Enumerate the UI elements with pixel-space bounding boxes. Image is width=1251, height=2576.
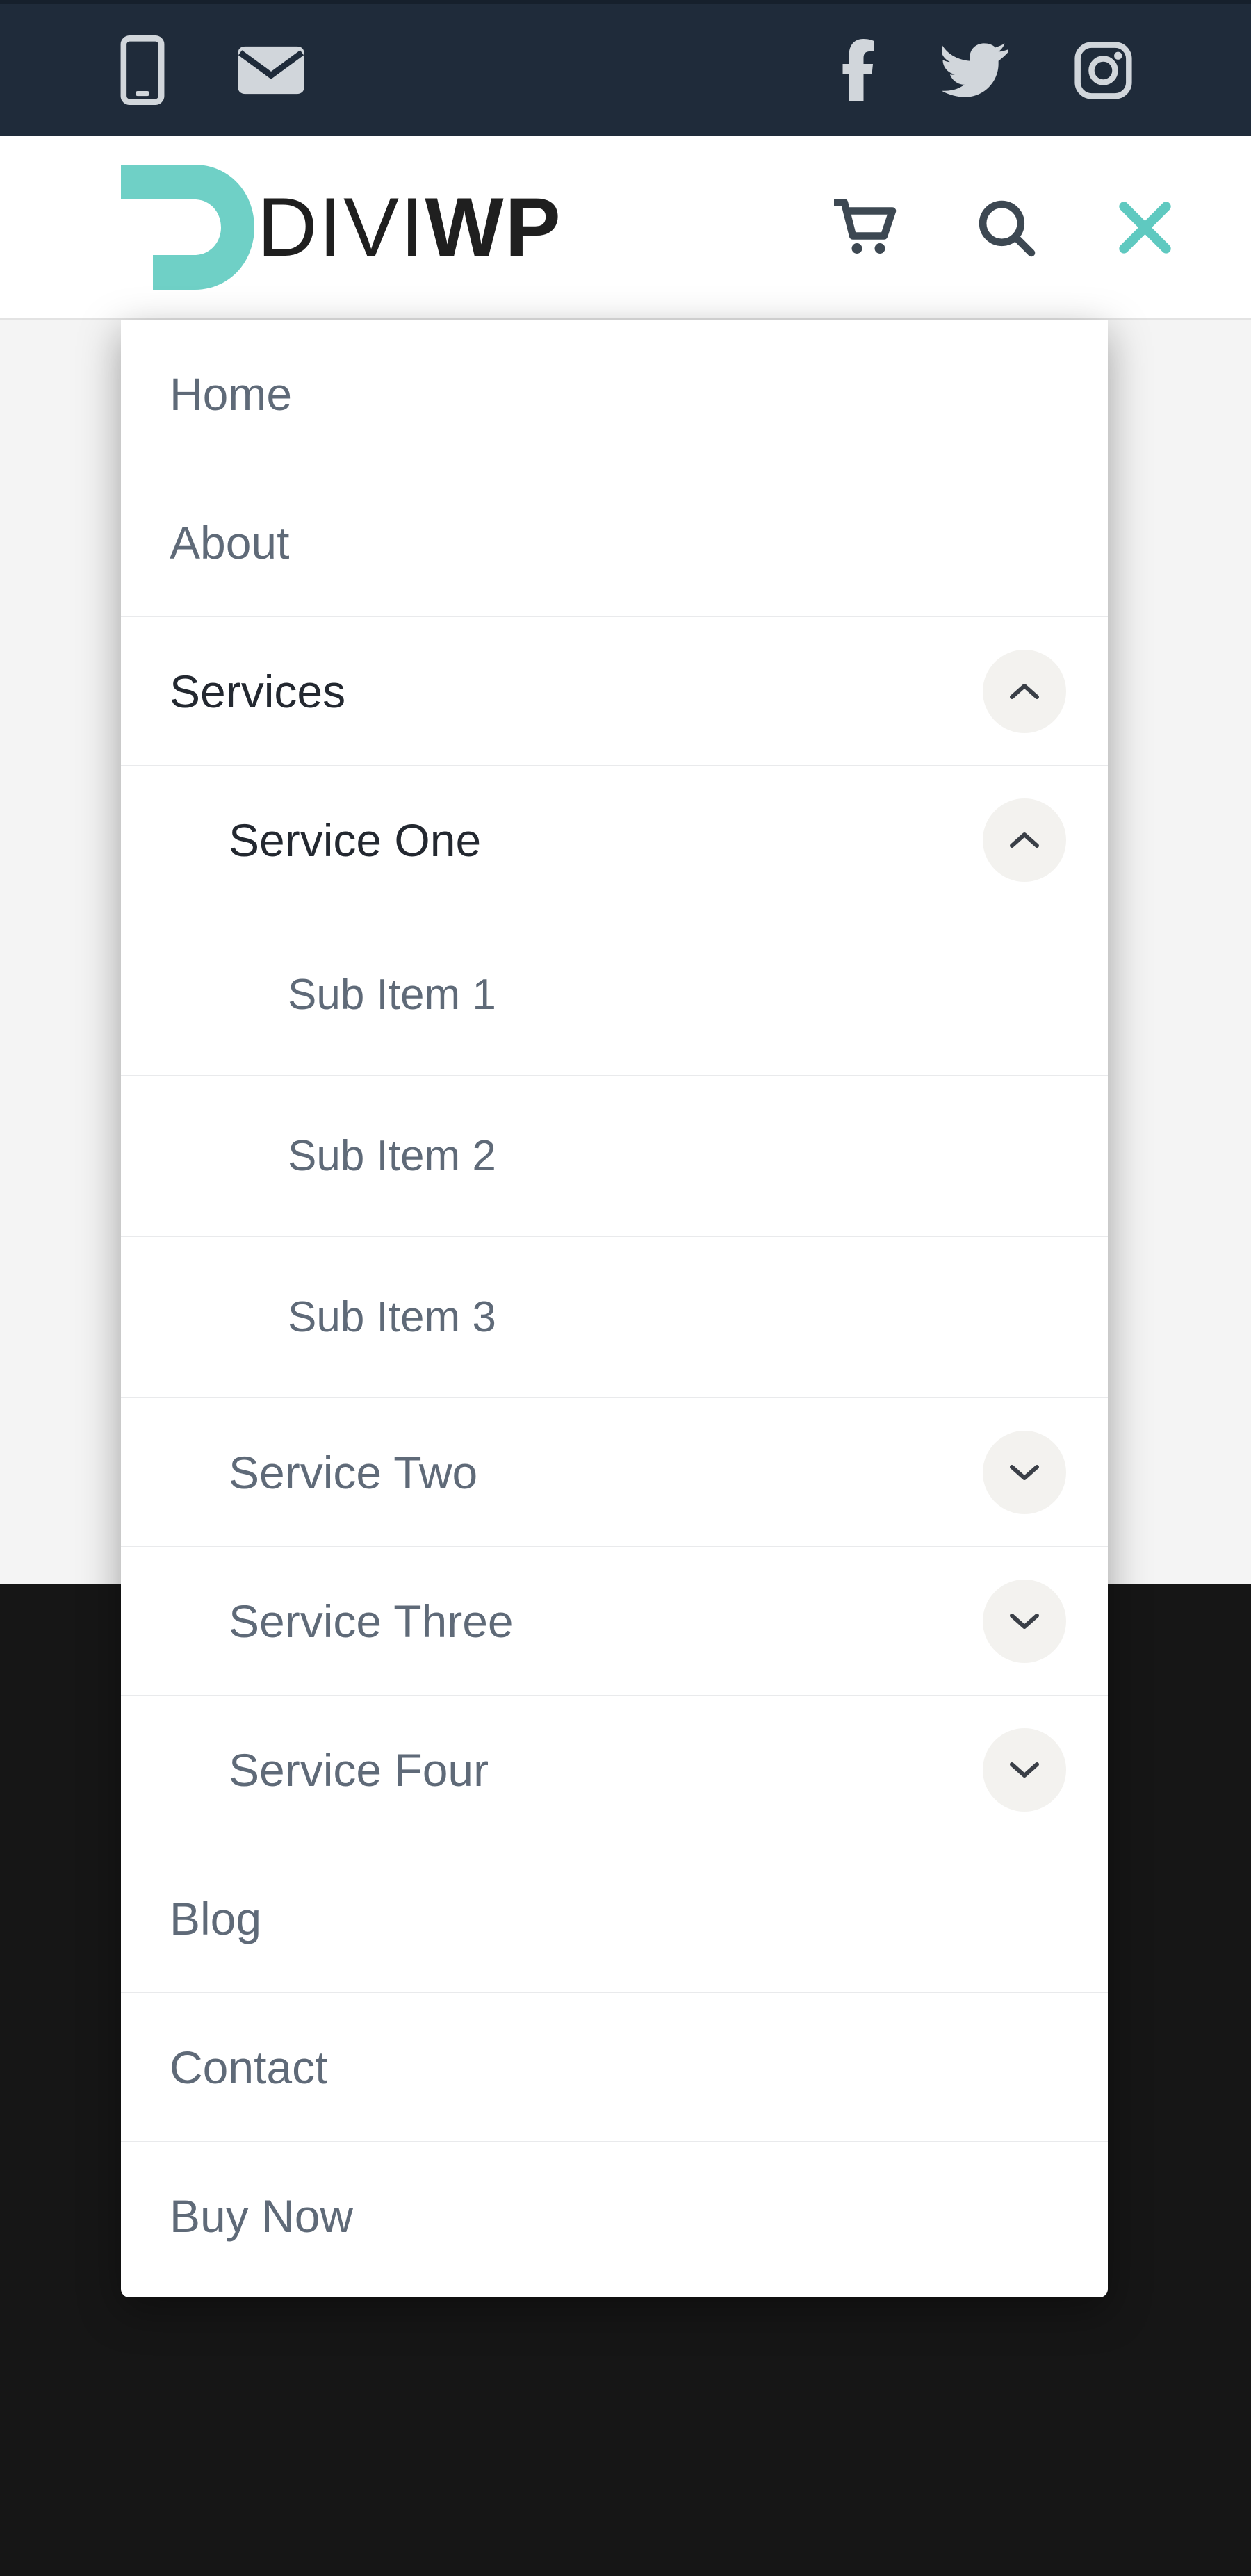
logo-text-part2: WP (425, 186, 562, 269)
menu-item-about[interactable]: About (121, 468, 1108, 617)
chevron-up-icon (1009, 682, 1040, 701)
site-logo[interactable]: DIVIWP (118, 158, 562, 297)
menu-item-service-one[interactable]: Service One (121, 766, 1108, 914)
menu-item-label: Buy Now (170, 2190, 353, 2242)
menu-item-sub-3[interactable]: Sub Item 3 (121, 1237, 1108, 1398)
menu-item-label: About (170, 516, 289, 569)
phone-icon[interactable] (118, 35, 167, 105)
chevron-down-icon (1009, 1463, 1040, 1482)
chevron-up-icon (1009, 830, 1040, 850)
menu-item-sub-1[interactable]: Sub Item 1 (121, 914, 1108, 1076)
top-secondary-bar (0, 0, 1251, 136)
expand-toggle[interactable] (983, 1728, 1066, 1812)
menu-item-label: Sub Item 3 (288, 1293, 496, 1342)
main-header: DIVIWP (0, 136, 1251, 320)
menu-item-label: Service Four (229, 1744, 489, 1796)
menu-item-services[interactable]: Services (121, 617, 1108, 766)
chevron-down-icon (1009, 1611, 1040, 1631)
menu-item-blog[interactable]: Blog (121, 1844, 1108, 1993)
search-icon[interactable] (976, 198, 1036, 257)
collapse-toggle[interactable] (983, 650, 1066, 733)
collapse-toggle[interactable] (983, 798, 1066, 882)
email-icon[interactable] (233, 42, 309, 98)
logo-text-part1: DIVI (257, 186, 425, 269)
mobile-menu-panel: Home About Services Service One Sub Item… (121, 320, 1108, 2297)
close-icon[interactable] (1115, 198, 1175, 257)
menu-item-sub-2[interactable]: Sub Item 2 (121, 1076, 1108, 1237)
menu-item-label: Service One (229, 814, 481, 867)
logo-mark-icon (118, 158, 257, 297)
expand-toggle[interactable] (983, 1580, 1066, 1663)
facebook-icon[interactable] (841, 39, 876, 101)
instagram-icon[interactable] (1074, 41, 1133, 100)
chevron-down-icon (1009, 1760, 1040, 1780)
menu-item-buy-now[interactable]: Buy Now (121, 2142, 1108, 2290)
menu-item-service-three[interactable]: Service Three (121, 1547, 1108, 1696)
topbar-left-group (118, 35, 309, 105)
menu-item-label: Service Three (229, 1595, 514, 1648)
topbar-social-group (841, 39, 1133, 101)
cart-icon[interactable] (834, 198, 897, 257)
header-icon-group (834, 198, 1175, 257)
menu-item-service-four[interactable]: Service Four (121, 1696, 1108, 1844)
menu-item-service-two[interactable]: Service Two (121, 1398, 1108, 1547)
logo-wordmark: DIVIWP (257, 186, 562, 269)
menu-item-label: Service Two (229, 1446, 477, 1499)
menu-item-label: Services (170, 665, 345, 718)
expand-toggle[interactable] (983, 1431, 1066, 1514)
menu-item-label: Blog (170, 1892, 261, 1945)
menu-item-label: Contact (170, 2041, 327, 2094)
menu-item-label: Home (170, 368, 292, 420)
twitter-icon[interactable] (942, 42, 1008, 98)
menu-item-label: Sub Item 1 (288, 970, 496, 1019)
menu-item-label: Sub Item 2 (288, 1131, 496, 1181)
menu-item-contact[interactable]: Contact (121, 1993, 1108, 2142)
menu-item-home[interactable]: Home (121, 320, 1108, 468)
